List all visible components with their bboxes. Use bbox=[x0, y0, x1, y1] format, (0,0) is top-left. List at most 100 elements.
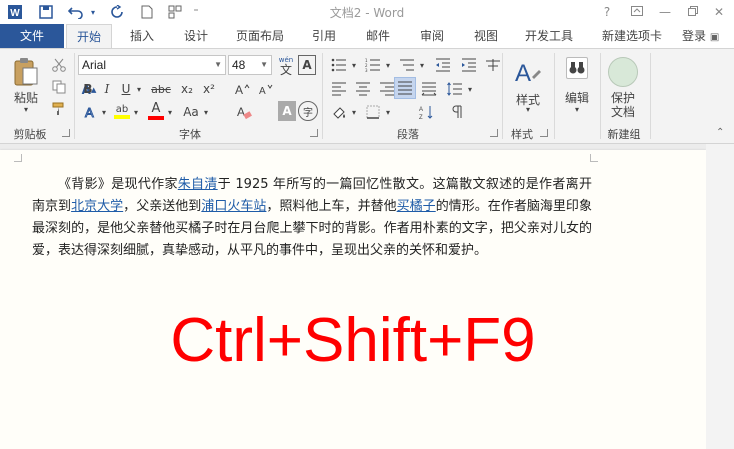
vertical-scrollbar[interactable] bbox=[706, 144, 734, 449]
help-button[interactable]: ? bbox=[596, 2, 618, 22]
sort-icon[interactable]: AZ bbox=[416, 101, 438, 123]
grow-font-button[interactable]: A bbox=[232, 79, 252, 99]
numbering-dropdown-icon[interactable]: ▾ bbox=[384, 55, 392, 75]
bullets-icon[interactable] bbox=[328, 55, 350, 75]
chinese-layout-icon[interactable] bbox=[482, 55, 504, 75]
phonetic-guide-button[interactable]: wén 文 bbox=[275, 53, 297, 77]
collapse-ribbon-icon[interactable]: ⌃ bbox=[716, 127, 724, 138]
tab-insert[interactable]: 插入 bbox=[120, 24, 164, 48]
minimize-icon[interactable]: — bbox=[654, 2, 676, 22]
protect-document-button[interactable]: 保护 文档 bbox=[602, 91, 644, 119]
tab-review[interactable]: 审阅 bbox=[410, 24, 454, 48]
font-color-dropdown-icon[interactable]: ▾ bbox=[166, 101, 174, 123]
borders-icon[interactable] bbox=[362, 101, 384, 123]
bullets-dropdown-icon[interactable]: ▾ bbox=[350, 55, 358, 75]
link-station[interactable]: 浦口火车站 bbox=[201, 199, 266, 214]
character-border-button[interactable]: A bbox=[298, 55, 316, 75]
clear-formatting-icon[interactable]: A bbox=[234, 101, 254, 123]
paste-dropdown-icon[interactable]: ▾ bbox=[8, 105, 44, 114]
paste-icon[interactable] bbox=[12, 57, 40, 87]
tab-new-tab[interactable]: 新建选项卡 bbox=[592, 24, 672, 48]
change-case-button[interactable]: Aa bbox=[180, 101, 202, 123]
restore-icon[interactable] bbox=[682, 2, 704, 22]
borders-dropdown-icon[interactable]: ▾ bbox=[384, 101, 392, 123]
font-size-value: 48 bbox=[232, 58, 246, 72]
editing-button[interactable]: 编辑 bbox=[558, 89, 596, 106]
open-icon[interactable] bbox=[166, 3, 184, 21]
copy-icon[interactable] bbox=[48, 77, 70, 97]
superscript-button[interactable]: x² bbox=[200, 79, 218, 99]
multilevel-dropdown-icon[interactable]: ▾ bbox=[418, 55, 426, 75]
body-paragraph[interactable]: 《背影》是现代作家朱自清于 1925 年所写的一篇回忆性散文。这篇散文叙述的是作… bbox=[32, 174, 592, 262]
italic-button[interactable]: I bbox=[99, 79, 115, 99]
tab-file[interactable]: 文件 bbox=[0, 24, 64, 48]
tab-home[interactable]: 开始 bbox=[66, 24, 112, 49]
tab-view[interactable]: 视图 bbox=[464, 24, 508, 48]
multilevel-list-icon[interactable] bbox=[396, 55, 418, 75]
shrink-font-button[interactable]: A bbox=[256, 79, 276, 99]
tab-references[interactable]: 引用 bbox=[302, 24, 346, 48]
bold-button[interactable]: B bbox=[80, 79, 96, 99]
customize-quick-access-icon[interactable]: ⁼ bbox=[190, 3, 202, 21]
character-shading-button[interactable]: A bbox=[278, 101, 296, 121]
styles-dropdown-icon[interactable]: ▾ bbox=[508, 105, 548, 114]
new-document-icon[interactable] bbox=[138, 3, 156, 21]
login-link[interactable]: 登录 ▣ bbox=[682, 24, 734, 48]
font-color-button[interactable]: A bbox=[146, 99, 166, 123]
tab-design[interactable]: 设计 bbox=[174, 24, 218, 48]
protect-document-icon[interactable] bbox=[608, 57, 638, 87]
link-oranges[interactable]: 买橘子 bbox=[397, 199, 436, 214]
underline-dropdown-icon[interactable]: ▾ bbox=[134, 79, 144, 99]
align-center-icon[interactable] bbox=[352, 79, 374, 99]
increase-indent-icon[interactable] bbox=[458, 55, 480, 75]
tab-developer[interactable]: 开发工具 bbox=[516, 24, 582, 48]
styles-launcher-icon[interactable] bbox=[540, 129, 548, 137]
tab-page-layout[interactable]: 页面布局 bbox=[228, 24, 292, 48]
font-launcher-icon[interactable] bbox=[310, 129, 318, 137]
decrease-indent-icon[interactable] bbox=[432, 55, 454, 75]
text-effects-dropdown-icon[interactable]: ▾ bbox=[100, 101, 108, 123]
save-icon[interactable] bbox=[36, 3, 56, 21]
justify-icon[interactable] bbox=[394, 77, 416, 99]
undo-dropdown-icon[interactable]: ▾ bbox=[88, 3, 98, 21]
distributed-icon[interactable] bbox=[418, 79, 440, 99]
font-size-input[interactable]: 48 ▼ bbox=[228, 55, 272, 75]
document-page[interactable]: 《背影》是现代作家朱自清于 1925 年所写的一篇回忆性散文。这篇散文叙述的是作… bbox=[0, 150, 706, 449]
close-icon[interactable]: ✕ bbox=[708, 2, 730, 22]
highlight-button[interactable]: ab bbox=[112, 99, 132, 123]
format-painter-icon[interactable] bbox=[48, 99, 70, 119]
binoculars-icon[interactable] bbox=[566, 57, 588, 79]
line-spacing-icon[interactable] bbox=[444, 79, 466, 99]
paste-button[interactable]: 粘贴 bbox=[8, 89, 44, 106]
line-spacing-dropdown-icon[interactable]: ▾ bbox=[466, 79, 474, 99]
clipboard-launcher-icon[interactable] bbox=[62, 129, 70, 137]
styles-icon[interactable]: A bbox=[512, 57, 542, 87]
text-effects-icon[interactable]: A bbox=[80, 101, 102, 123]
highlight-dropdown-icon[interactable]: ▾ bbox=[132, 101, 140, 123]
enclose-characters-button[interactable]: 字 bbox=[298, 101, 318, 121]
title-bar: W ▾ ⁼ 文档2 - Word ? — ✕ bbox=[0, 0, 734, 24]
font-name-dropdown-icon[interactable]: ▼ bbox=[214, 56, 222, 74]
redo-icon[interactable] bbox=[108, 3, 126, 21]
link-university[interactable]: 北京大学 bbox=[71, 199, 123, 214]
shading-icon[interactable] bbox=[328, 101, 350, 123]
paragraph-launcher-icon[interactable] bbox=[490, 129, 498, 137]
subscript-button[interactable]: x₂ bbox=[178, 79, 196, 99]
strikethrough-button[interactable]: abc bbox=[148, 79, 174, 99]
cut-icon[interactable] bbox=[48, 55, 70, 75]
ribbon-display-options-icon[interactable] bbox=[626, 2, 648, 22]
editing-dropdown-icon[interactable]: ▾ bbox=[558, 105, 596, 114]
font-size-dropdown-icon[interactable]: ▼ bbox=[260, 56, 268, 74]
font-name-input[interactable]: Arial ▼ bbox=[78, 55, 226, 75]
underline-button[interactable]: U bbox=[118, 79, 134, 99]
tab-mailings[interactable]: 邮件 bbox=[356, 24, 400, 48]
group-divider bbox=[502, 53, 503, 139]
shading-dropdown-icon[interactable]: ▾ bbox=[350, 101, 358, 123]
group-divider bbox=[554, 53, 555, 139]
change-case-dropdown-icon[interactable]: ▾ bbox=[202, 101, 210, 123]
undo-icon[interactable] bbox=[66, 3, 86, 21]
show-marks-icon[interactable] bbox=[446, 101, 468, 123]
numbering-icon[interactable]: 123 bbox=[362, 55, 384, 75]
link-author[interactable]: 朱自清 bbox=[178, 177, 218, 192]
align-left-icon[interactable] bbox=[328, 79, 350, 99]
